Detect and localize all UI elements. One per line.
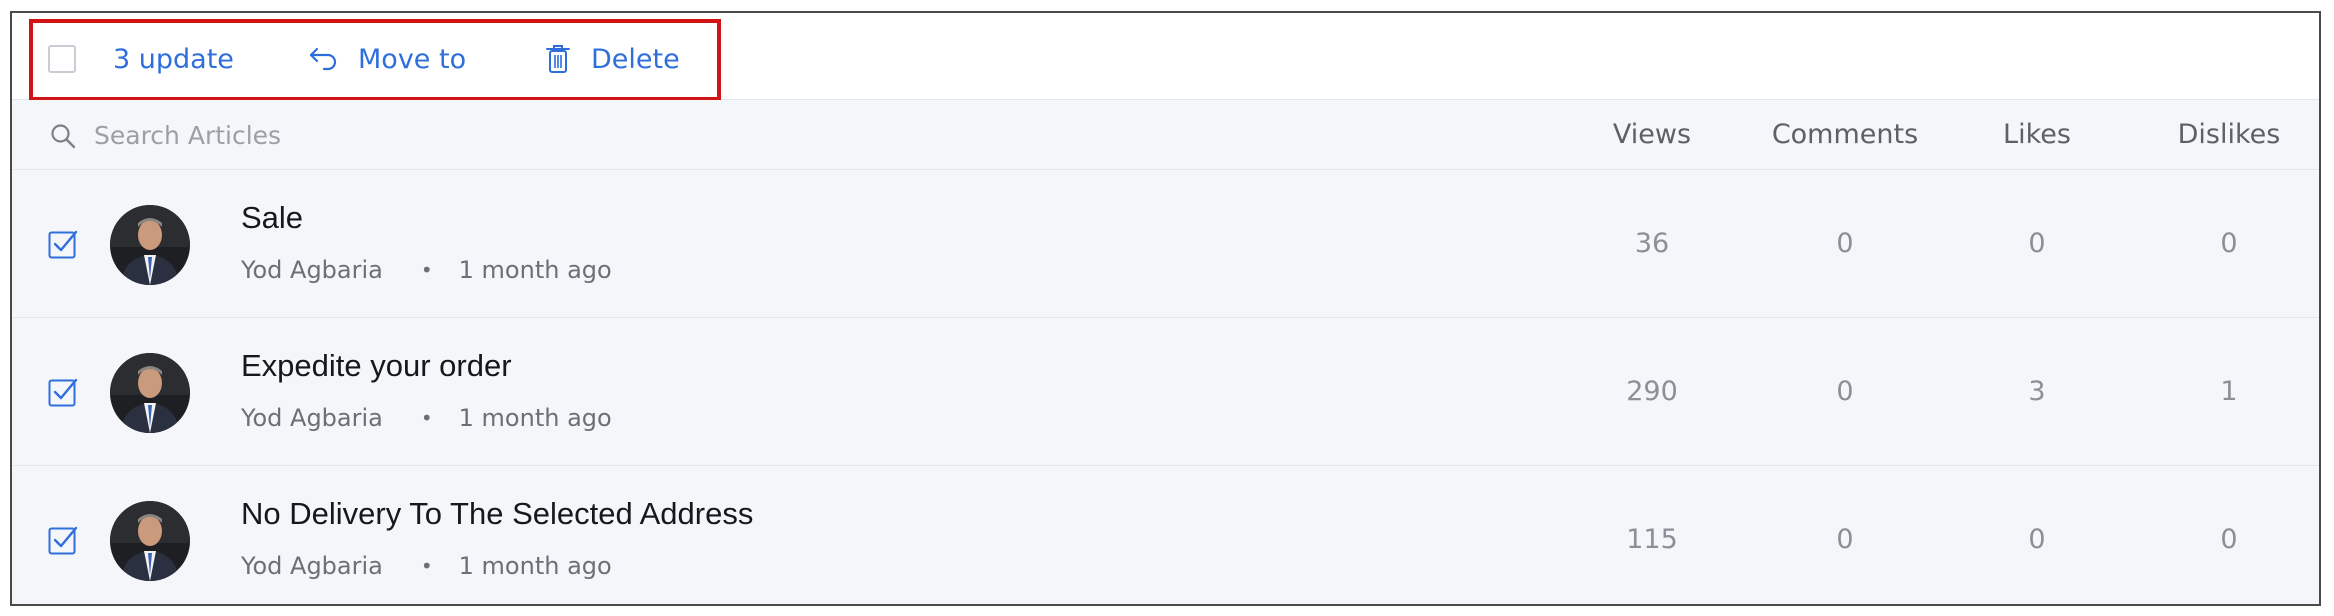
article-row[interactable]: No Delivery To The Selected Address Yod … (12, 466, 2319, 604)
move-to-button[interactable]: Move to (308, 31, 466, 87)
comments-count: 0 (1836, 376, 1854, 407)
comments-count: 0 (1836, 228, 1854, 259)
article-title[interactable]: No Delivery To The Selected Address (241, 496, 753, 532)
likes-count: 3 (2028, 376, 2046, 407)
article-meta: Yod Agbaria • 1 month ago (241, 404, 612, 432)
likes-count: 0 (2028, 228, 2046, 259)
likes-count: 0 (2028, 524, 2046, 555)
author-avatar (110, 205, 190, 285)
article-time: 1 month ago (458, 256, 612, 284)
article-title[interactable]: Sale (241, 200, 303, 236)
bulk-action-toolbar: 3 update Move to Delete (12, 13, 2319, 101)
article-meta: Yod Agbaria • 1 month ago (241, 552, 612, 580)
comments-count: 0 (1836, 524, 1854, 555)
column-header-dislikes[interactable]: Dislikes (2129, 100, 2319, 170)
search-icon (51, 124, 76, 149)
views-count: 290 (1626, 376, 1678, 407)
author-avatar (110, 353, 190, 433)
article-author: Yod Agbaria (241, 404, 383, 432)
dislikes-count: 1 (2220, 376, 2238, 407)
delete-button[interactable]: Delete (545, 31, 680, 87)
select-all-checkbox[interactable] (48, 45, 76, 73)
checkbox-checked-icon[interactable] (48, 525, 78, 555)
views-count: 36 (1634, 228, 1670, 259)
article-time: 1 month ago (458, 552, 612, 580)
dislikes-count: 0 (2220, 228, 2238, 259)
column-header-views[interactable]: Views (1552, 100, 1752, 170)
article-row[interactable]: Sale Yod Agbaria • 1 month ago 36 0 0 0 (12, 170, 2319, 318)
article-author: Yod Agbaria (241, 552, 383, 580)
article-meta: Yod Agbaria • 1 month ago (241, 256, 612, 284)
author-avatar (110, 501, 190, 581)
move-to-label: Move to (358, 43, 467, 75)
article-time: 1 month ago (458, 404, 612, 432)
reply-arrow-icon (309, 47, 337, 71)
update-count-label: 3 update (113, 43, 234, 75)
delete-label: Delete (591, 43, 680, 75)
search-input[interactable] (94, 114, 794, 156)
column-header-comments[interactable]: Comments (1745, 100, 1945, 170)
articles-panel: 3 update Move to Delete Views Co (10, 11, 2321, 606)
article-author: Yod Agbaria (241, 256, 383, 284)
article-title[interactable]: Expedite your order (241, 348, 512, 384)
update-count-button[interactable]: 3 update (113, 31, 234, 87)
checkbox-checked-icon[interactable] (48, 229, 78, 259)
meta-separator: • (420, 406, 433, 430)
views-count: 115 (1626, 524, 1678, 555)
column-header-likes[interactable]: Likes (1937, 100, 2137, 170)
meta-separator: • (420, 554, 433, 578)
list-header: Views Comments Likes Dislikes (12, 100, 2319, 170)
checkbox-checked-icon[interactable] (48, 377, 78, 407)
meta-separator: • (420, 258, 433, 282)
dislikes-count: 0 (2220, 524, 2238, 555)
trash-icon (546, 45, 570, 73)
article-row[interactable]: Expedite your order Yod Agbaria • 1 mont… (12, 318, 2319, 466)
